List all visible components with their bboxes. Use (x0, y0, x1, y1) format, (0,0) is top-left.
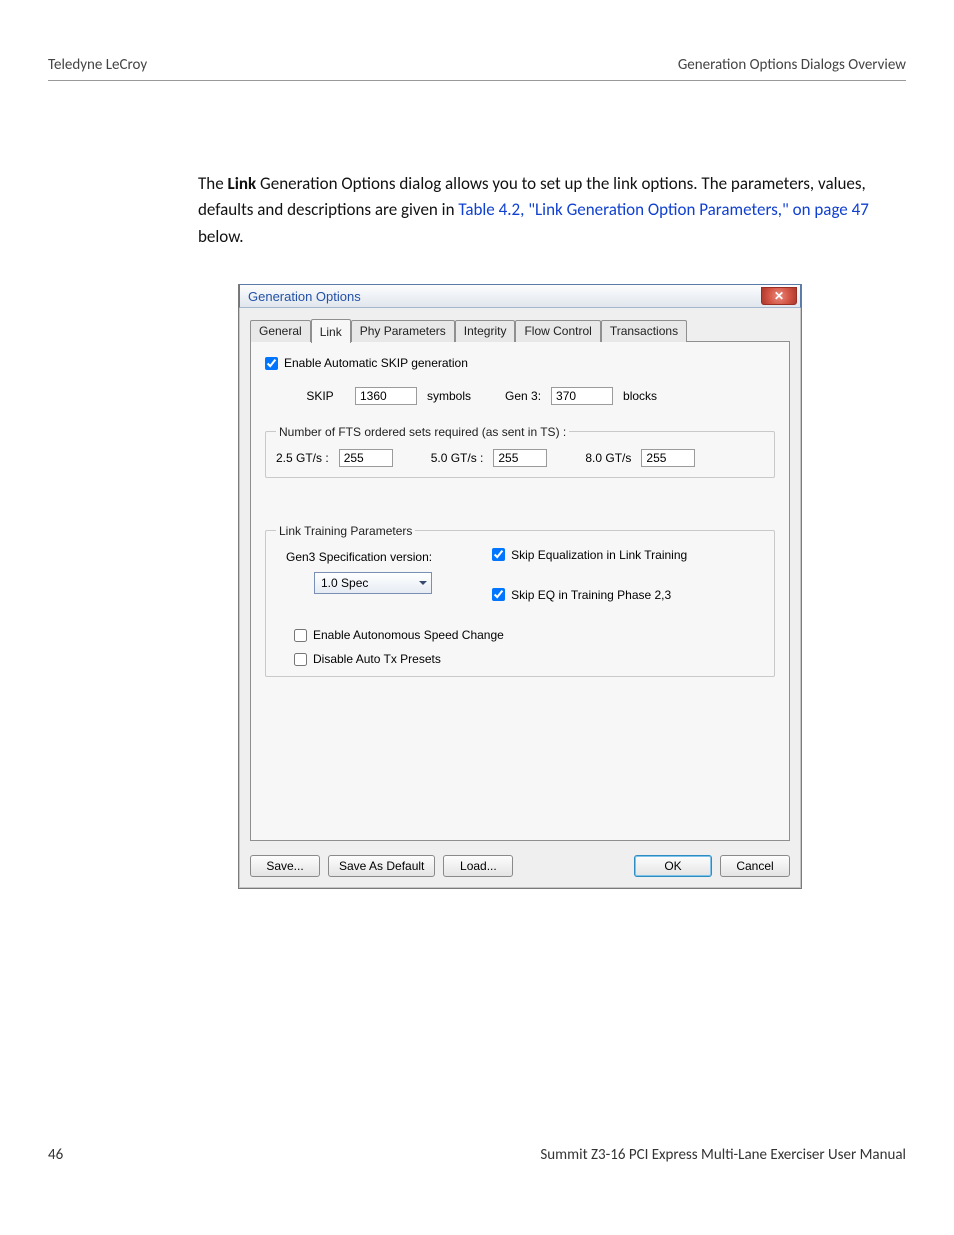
fts-25-label: 2.5 GT/s : (276, 451, 329, 465)
link-training-group: Link Training Parameters Gen3 Specificat… (265, 524, 775, 678)
save-button[interactable]: Save... (250, 855, 320, 877)
close-button[interactable]: ✕ (761, 287, 797, 305)
header-left: Teledyne LeCroy (48, 56, 147, 74)
fts-50-input[interactable] (493, 449, 547, 467)
enable-skip-input[interactable] (265, 357, 278, 370)
save-as-default-button[interactable]: Save As Default (328, 855, 435, 877)
load-button[interactable]: Load... (443, 855, 513, 877)
header-right: Generation Options Dialogs Overview (678, 56, 906, 74)
tab-link[interactable]: Link (311, 319, 351, 343)
fts-legend: Number of FTS ordered sets required (as … (276, 425, 569, 439)
intro-link[interactable]: Table 4.2, "Link Generation Option Param… (458, 199, 868, 220)
spec-version-label: Gen3 Specification version: (286, 550, 432, 564)
blocks-label: blocks (623, 389, 657, 403)
disable-tx-presets-input[interactable] (294, 653, 307, 666)
page-header: Teledyne LeCroy Generation Options Dialo… (48, 56, 906, 81)
fts-group: Number of FTS ordered sets required (as … (265, 425, 775, 478)
enable-skip-checkbox[interactable]: Enable Automatic SKIP generation (265, 356, 468, 370)
link-training-legend: Link Training Parameters (276, 524, 415, 538)
fts-25-input[interactable] (339, 449, 393, 467)
skip-value-input[interactable] (355, 387, 417, 405)
fts-80-input[interactable] (641, 449, 695, 467)
tab-phy-parameters[interactable]: Phy Parameters (351, 320, 455, 342)
gen3-label: Gen 3: (505, 389, 541, 403)
chevron-down-icon (414, 573, 431, 593)
page-footer: 46 Summit Z3-16 PCI Express Multi-Lane E… (48, 1146, 906, 1164)
cancel-button[interactable]: Cancel (720, 855, 790, 877)
dialog-title: Generation Options (248, 289, 361, 304)
link-panel: Enable Automatic SKIP generation SKIP sy… (250, 341, 790, 841)
skip-label: SKIP (295, 389, 345, 403)
ok-button[interactable]: OK (634, 855, 712, 877)
dialog-titlebar: Generation Options ✕ (239, 284, 801, 308)
generation-options-dialog: Generation Options ✕ General Link Phy Pa… (238, 284, 802, 889)
skip-eq-phase-checkbox[interactable]: Skip EQ in Training Phase 2,3 (492, 588, 671, 602)
manual-title: Summit Z3-16 PCI Express Multi-Lane Exer… (540, 1146, 906, 1164)
tab-integrity[interactable]: Integrity (455, 320, 516, 342)
spec-version-select[interactable]: 1.0 Spec (314, 572, 432, 594)
autonomous-speed-input[interactable] (294, 629, 307, 642)
dialog-button-row: Save... Save As Default Load... OK Cance… (250, 855, 790, 877)
disable-tx-presets-checkbox[interactable]: Disable Auto Tx Presets (294, 652, 764, 666)
gen3-value-input[interactable] (551, 387, 613, 405)
intro-paragraph: The Link Generation Options dialog allow… (198, 171, 906, 250)
symbols-label: symbols (427, 389, 471, 403)
tab-strip: General Link Phy Parameters Integrity Fl… (250, 318, 790, 342)
skip-eq-checkbox[interactable]: Skip Equalization in Link Training (492, 548, 687, 562)
skip-eq-phase-input[interactable] (492, 588, 505, 601)
fts-50-label: 5.0 GT/s : (431, 451, 484, 465)
page-number: 46 (48, 1146, 63, 1164)
tab-flow-control[interactable]: Flow Control (515, 320, 600, 342)
autonomous-speed-checkbox[interactable]: Enable Autonomous Speed Change (294, 628, 764, 642)
skip-eq-input[interactable] (492, 548, 505, 561)
fts-80-label: 8.0 GT/s (585, 451, 631, 465)
close-icon: ✕ (774, 290, 784, 302)
tab-transactions[interactable]: Transactions (601, 320, 687, 342)
tab-general[interactable]: General (250, 320, 311, 342)
